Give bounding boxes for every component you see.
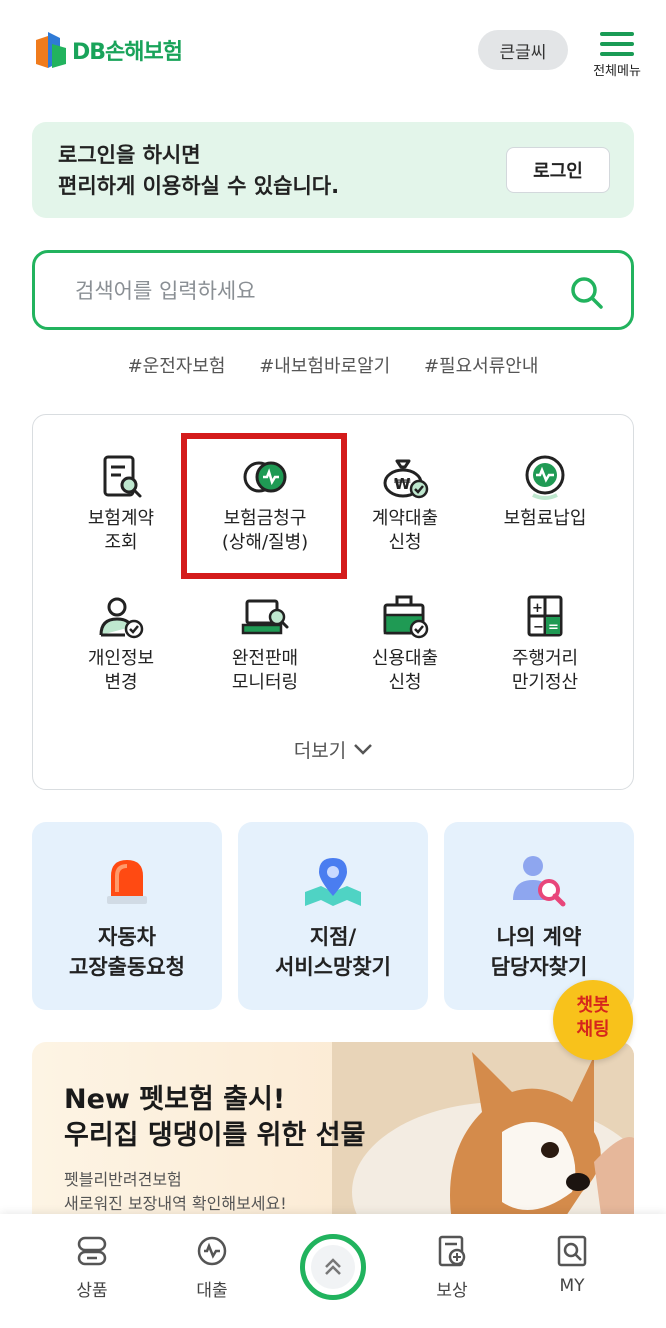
search-tags: #운전자보험 #내보험바로알기 #필요서류안내 — [0, 352, 666, 378]
scroll-top-button[interactable] — [300, 1234, 366, 1300]
search-input[interactable] — [75, 273, 535, 309]
calculator-icon: + − = — [527, 595, 563, 637]
quick-item-contract-inquiry[interactable]: 보험계약 조회 — [51, 453, 191, 573]
quick-item-label: 완전판매 모니터링 — [231, 648, 299, 693]
product-icon — [77, 1236, 107, 1266]
nav-label: 대출 — [196, 1281, 228, 1301]
payment-coin-icon — [525, 455, 565, 500]
quick-item-label: 보험료납입 — [503, 508, 587, 529]
document-search-icon — [103, 455, 142, 498]
login-message: 로그인을 하시면 편리하게 이용하실 수 있습니다. — [58, 140, 339, 202]
service-car-breakdown[interactable]: 자동차 고장출동요청 — [32, 822, 222, 1010]
login-button[interactable]: 로그인 — [506, 147, 610, 193]
search-icon[interactable] — [567, 273, 607, 313]
tag-my-insurance[interactable]: #내보험바로알기 — [259, 356, 390, 377]
quick-item-label: 보험계약 조회 — [87, 508, 155, 553]
db-logo-icon — [36, 32, 66, 68]
money-bag-icon: ₩ — [383, 459, 429, 499]
briefcase-check-icon — [383, 595, 429, 639]
quick-item-label: 개인정보 변경 — [87, 648, 155, 693]
service-branch-finder[interactable]: 지점/ 서비스망찾기 — [238, 822, 428, 1010]
svg-text:₩: ₩ — [394, 475, 411, 493]
pet-insurance-banner[interactable]: New 펫보험 출시! 우리집 댕댕이를 위한 선물 펫블리반려견보험 새로워진… — [32, 1042, 634, 1222]
svg-text:+: + — [532, 601, 543, 616]
siren-icon — [107, 860, 147, 904]
bottom-nav: 상품 대출 보상 MY — [0, 1214, 666, 1328]
nav-products[interactable]: 상품 — [52, 1234, 132, 1301]
search-box — [32, 250, 634, 330]
compensation-icon — [438, 1235, 466, 1267]
quick-item-label: 주행거리 만기정산 — [511, 648, 579, 693]
my-icon — [557, 1235, 587, 1267]
more-button[interactable]: 더보기 — [273, 731, 395, 767]
quick-item-personal-info[interactable]: 개인정보 변경 — [51, 593, 191, 713]
highlight-box — [181, 433, 347, 579]
tag-required-docs[interactable]: #필요서류안내 — [424, 356, 538, 377]
login-message-line2: 편리하게 이용하실 수 있습니다. — [58, 174, 340, 198]
quick-item-label: 신용대출 신청 — [371, 648, 439, 693]
service-label: 자동차 고장출동요청 — [69, 925, 185, 979]
big-font-button[interactable]: 큰글씨 — [478, 30, 568, 70]
scroll-top-icon — [325, 1258, 341, 1275]
quick-item-credit-loan[interactable]: 신용대출 신청 — [335, 593, 475, 713]
nav-label: 보상 — [436, 1281, 468, 1301]
chatbot-label-line1: 챗봇 — [576, 995, 610, 1016]
laptop-search-icon — [241, 599, 289, 635]
login-banner: 로그인을 하시면 편리하게 이용하실 수 있습니다. 로그인 — [32, 122, 634, 218]
quick-item-sales-monitoring[interactable]: 완전판매 모니터링 — [195, 593, 335, 713]
chevron-down-icon — [354, 744, 373, 755]
quick-item-contract-loan[interactable]: ₩ 계약대출 신청 — [335, 453, 475, 573]
user-check-icon — [99, 597, 144, 639]
nav-label: MY — [559, 1276, 585, 1296]
quick-item-mileage-settlement[interactable]: + − = 주행거리 만기정산 — [475, 593, 615, 713]
hamburger-icon — [600, 32, 634, 56]
logo-text: DB손해보험 — [72, 40, 183, 65]
quick-item-premium-payment[interactable]: 보험료납입 — [475, 453, 615, 573]
corgi-dog-image — [332, 1042, 634, 1222]
nav-my[interactable]: MY — [532, 1234, 612, 1296]
svg-text:−: − — [533, 620, 544, 635]
promo-title: New 펫보험 출시! 우리집 댕댕이를 위한 선물 — [64, 1084, 366, 1151]
nav-compensation[interactable]: 보상 — [412, 1234, 492, 1301]
nav-loan[interactable]: 대출 — [172, 1234, 252, 1301]
service-label: 지점/ 서비스망찾기 — [275, 925, 391, 979]
chatbot-button[interactable]: 챗봇 채팅 — [553, 980, 633, 1060]
svg-text:=: = — [548, 620, 559, 635]
map-pin-icon — [305, 858, 361, 906]
loan-icon — [197, 1236, 227, 1266]
person-search-icon — [513, 856, 566, 907]
scroll-top-inner — [311, 1245, 355, 1289]
more-label: 더보기 — [293, 739, 347, 762]
header: DB손해보험 큰글씨 전체메뉴 — [0, 0, 666, 100]
quick-item-label: 계약대출 신청 — [371, 508, 439, 553]
chatbot-label-line2: 채팅 — [576, 1019, 610, 1040]
service-label: 나의 계약 담당자찾기 — [490, 925, 588, 979]
db-logo[interactable]: DB손해보험 — [32, 28, 183, 72]
full-menu-label: 전체메뉴 — [593, 64, 641, 79]
full-menu-button[interactable]: 전체메뉴 — [584, 30, 650, 86]
quick-menu-card: 보험계약 조회 보험금청구 (상해/질병) ₩ 계약대출 신청 보험료납입 개인… — [32, 414, 634, 790]
promo-subtitle: 펫블리반려견보험 새로워진 보장내역 확인해보세요! — [64, 1170, 287, 1213]
login-message-line1: 로그인을 하시면 — [58, 143, 201, 167]
nav-label: 상품 — [76, 1281, 108, 1301]
tag-driver-insurance[interactable]: #운전자보험 — [128, 356, 226, 377]
